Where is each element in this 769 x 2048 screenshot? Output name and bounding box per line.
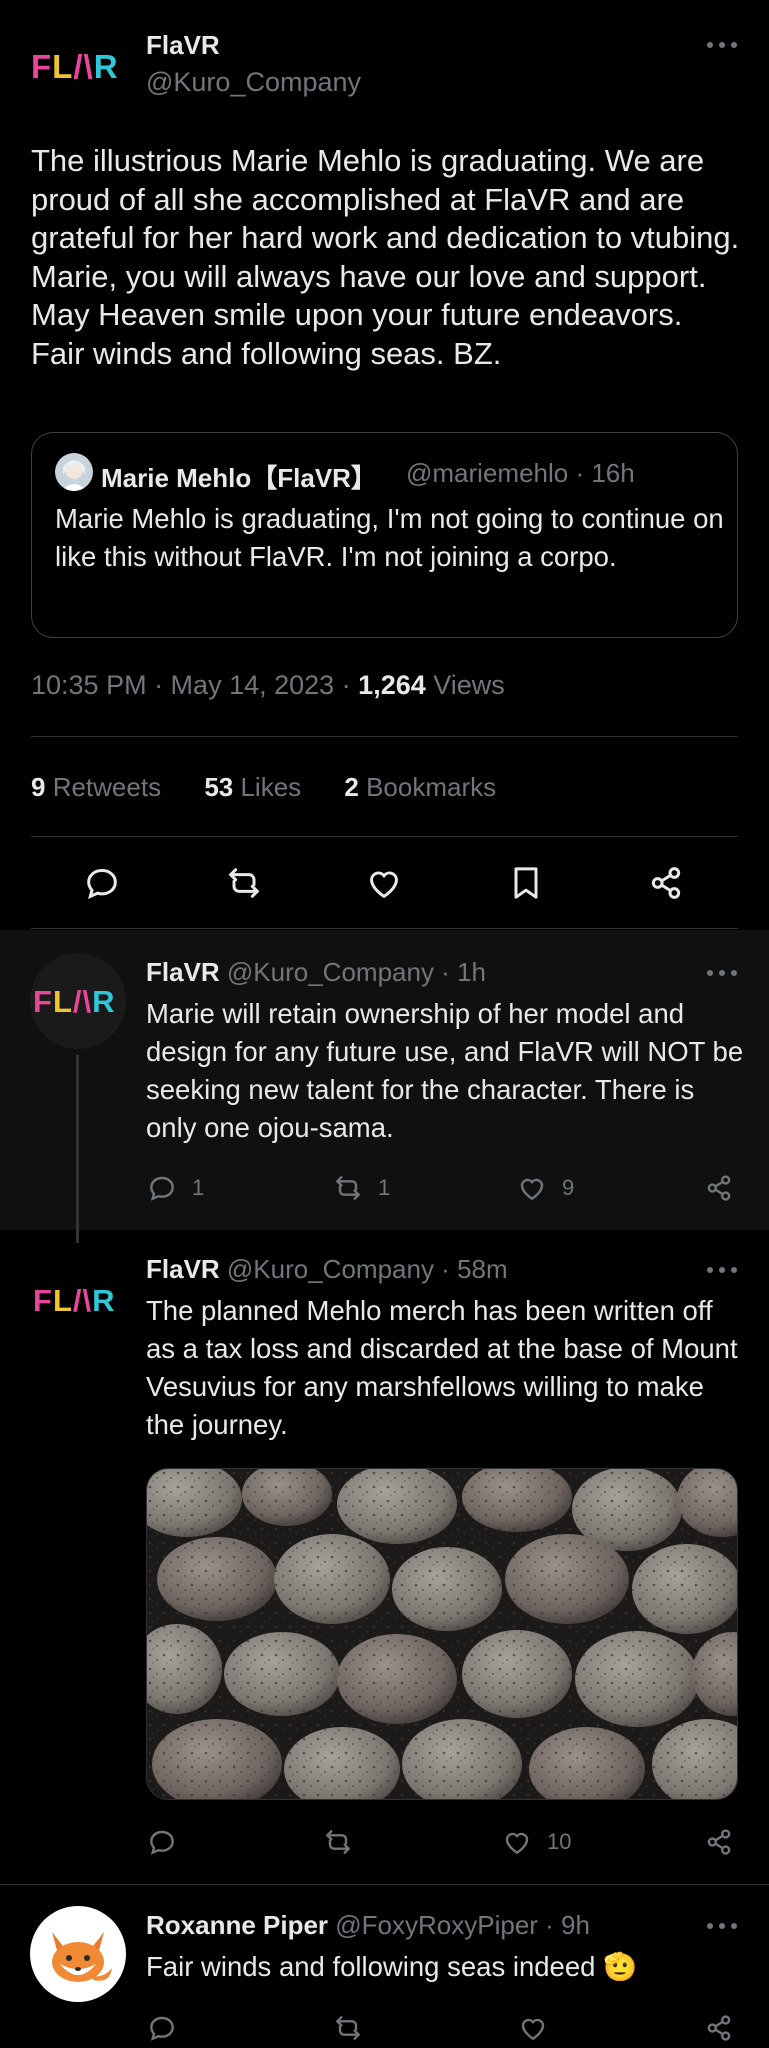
reply-button[interactable]	[146, 1826, 192, 1858]
timestamp[interactable]: 10:35 PM · May 14, 2023 ·	[31, 670, 358, 700]
like-button[interactable]: 10	[501, 1826, 571, 1858]
like-button[interactable]: 9	[516, 1172, 574, 1204]
flavr-logo[interactable]: FL/\R	[31, 40, 121, 90]
retweet-button[interactable]	[322, 1826, 368, 1858]
author-handle[interactable]: @Kuro_Company	[146, 67, 361, 98]
reply-header: Roxanne Piper @FoxyRoxyPiper · 9h	[146, 1910, 590, 1941]
more-options-icon[interactable]	[706, 968, 738, 978]
reply-button[interactable]: 1	[146, 1172, 204, 1204]
share-button[interactable]	[703, 2012, 735, 2044]
retweet-icon[interactable]	[224, 863, 264, 903]
reply-header: FlaVR @Kuro_Company · 1h	[146, 957, 486, 988]
reply-author-name[interactable]: FlaVR	[146, 957, 220, 987]
quoted-text: Marie Mehlo is graduating, I'm not going…	[55, 503, 724, 572]
like-count: 9	[562, 1175, 575, 1200]
like-icon	[521, 2018, 545, 2041]
reply-handle-time[interactable]: @Kuro_Company · 58m	[220, 1254, 508, 1284]
thread-line	[76, 1055, 79, 1243]
svg-text:FL/\R: FL/\R	[33, 984, 116, 1019]
quoted-author-name: Marie Mehlo【FlaVR】	[101, 463, 377, 493]
share-icon	[707, 2015, 731, 2041]
share-button[interactable]	[703, 1172, 735, 1204]
retweet-icon	[326, 1830, 350, 1854]
like-button[interactable]	[517, 2012, 549, 2044]
tweet-meta: 10:35 PM · May 14, 2023 · 1,264 Views	[31, 670, 505, 701]
divider	[31, 836, 738, 837]
like-icon	[520, 1178, 544, 1201]
retweet-button[interactable]: 1	[332, 1172, 390, 1204]
reply-header: FlaVR @Kuro_Company · 58m	[146, 1254, 508, 1285]
svg-text:FL/\R: FL/\R	[31, 48, 119, 85]
divider	[0, 1884, 769, 1885]
retweet-icon	[336, 1176, 360, 1200]
engagement-stats: 9 Retweets 53 Likes 2 Bookmarks	[31, 772, 532, 803]
svg-text:FL/\R: FL/\R	[33, 1283, 116, 1318]
reply-count: 1	[192, 1175, 205, 1200]
reply-handle-time[interactable]: @FoxyRoxyPiper · 9h	[328, 1910, 590, 1940]
reply-icon	[150, 2016, 174, 2041]
tweet-text: The illustrious Marie Mehlo is graduatin…	[31, 143, 740, 371]
divider	[31, 736, 738, 737]
reply-author-name[interactable]: Roxanne Piper	[146, 1910, 328, 1940]
reply-avatar[interactable]: FL/\R	[30, 1252, 126, 1348]
views-count: 1,264	[358, 670, 426, 700]
quoted-handle-time: @mariemehlo · 16h	[406, 458, 635, 488]
reply-avatar[interactable]: FL/\R	[30, 953, 126, 1049]
reply-text: Fair winds and following seas indeed 🫡	[146, 1951, 638, 1982]
share-icon	[707, 1829, 731, 1855]
reply-icon	[150, 1176, 174, 1201]
quoted-avatar	[55, 453, 93, 491]
retweets-stat[interactable]: 9 Retweets	[31, 772, 161, 802]
reply-handle-time[interactable]: @Kuro_Company · 1h	[220, 957, 486, 987]
reply-author-name[interactable]: FlaVR	[146, 1254, 220, 1284]
bookmark-icon[interactable]	[506, 863, 546, 903]
share-icon	[707, 1175, 731, 1201]
views-label: Views	[425, 670, 505, 700]
retweet-icon	[336, 2016, 360, 2040]
bookmarks-stat[interactable]: 2 Bookmarks	[344, 772, 496, 802]
retweet-count: 1	[378, 1175, 391, 1200]
reply-button[interactable]	[146, 2012, 178, 2044]
like-icon	[505, 1832, 529, 1855]
reply-icon[interactable]	[82, 863, 122, 903]
reply-text: Marie will retain ownership of her model…	[146, 998, 744, 1143]
share-button[interactable]	[703, 1826, 735, 1858]
more-options-icon[interactable]	[706, 1265, 738, 1275]
author-name[interactable]: FlaVR	[146, 30, 220, 61]
more-options-icon[interactable]	[706, 1921, 738, 1931]
reply-icon	[150, 1830, 174, 1855]
reply-text: The planned Mehlo merch has been written…	[146, 1295, 738, 1440]
retweet-button[interactable]	[332, 2012, 364, 2044]
share-icon[interactable]	[646, 863, 686, 903]
divider	[31, 928, 738, 929]
fox-avatar[interactable]	[30, 1906, 126, 2002]
attached-photo-pumice-stones[interactable]	[146, 1468, 738, 1800]
likes-stat[interactable]: 53 Likes	[204, 772, 301, 802]
like-count: 10	[547, 1829, 572, 1854]
like-icon[interactable]	[364, 863, 404, 903]
more-options-icon[interactable]	[706, 40, 738, 50]
